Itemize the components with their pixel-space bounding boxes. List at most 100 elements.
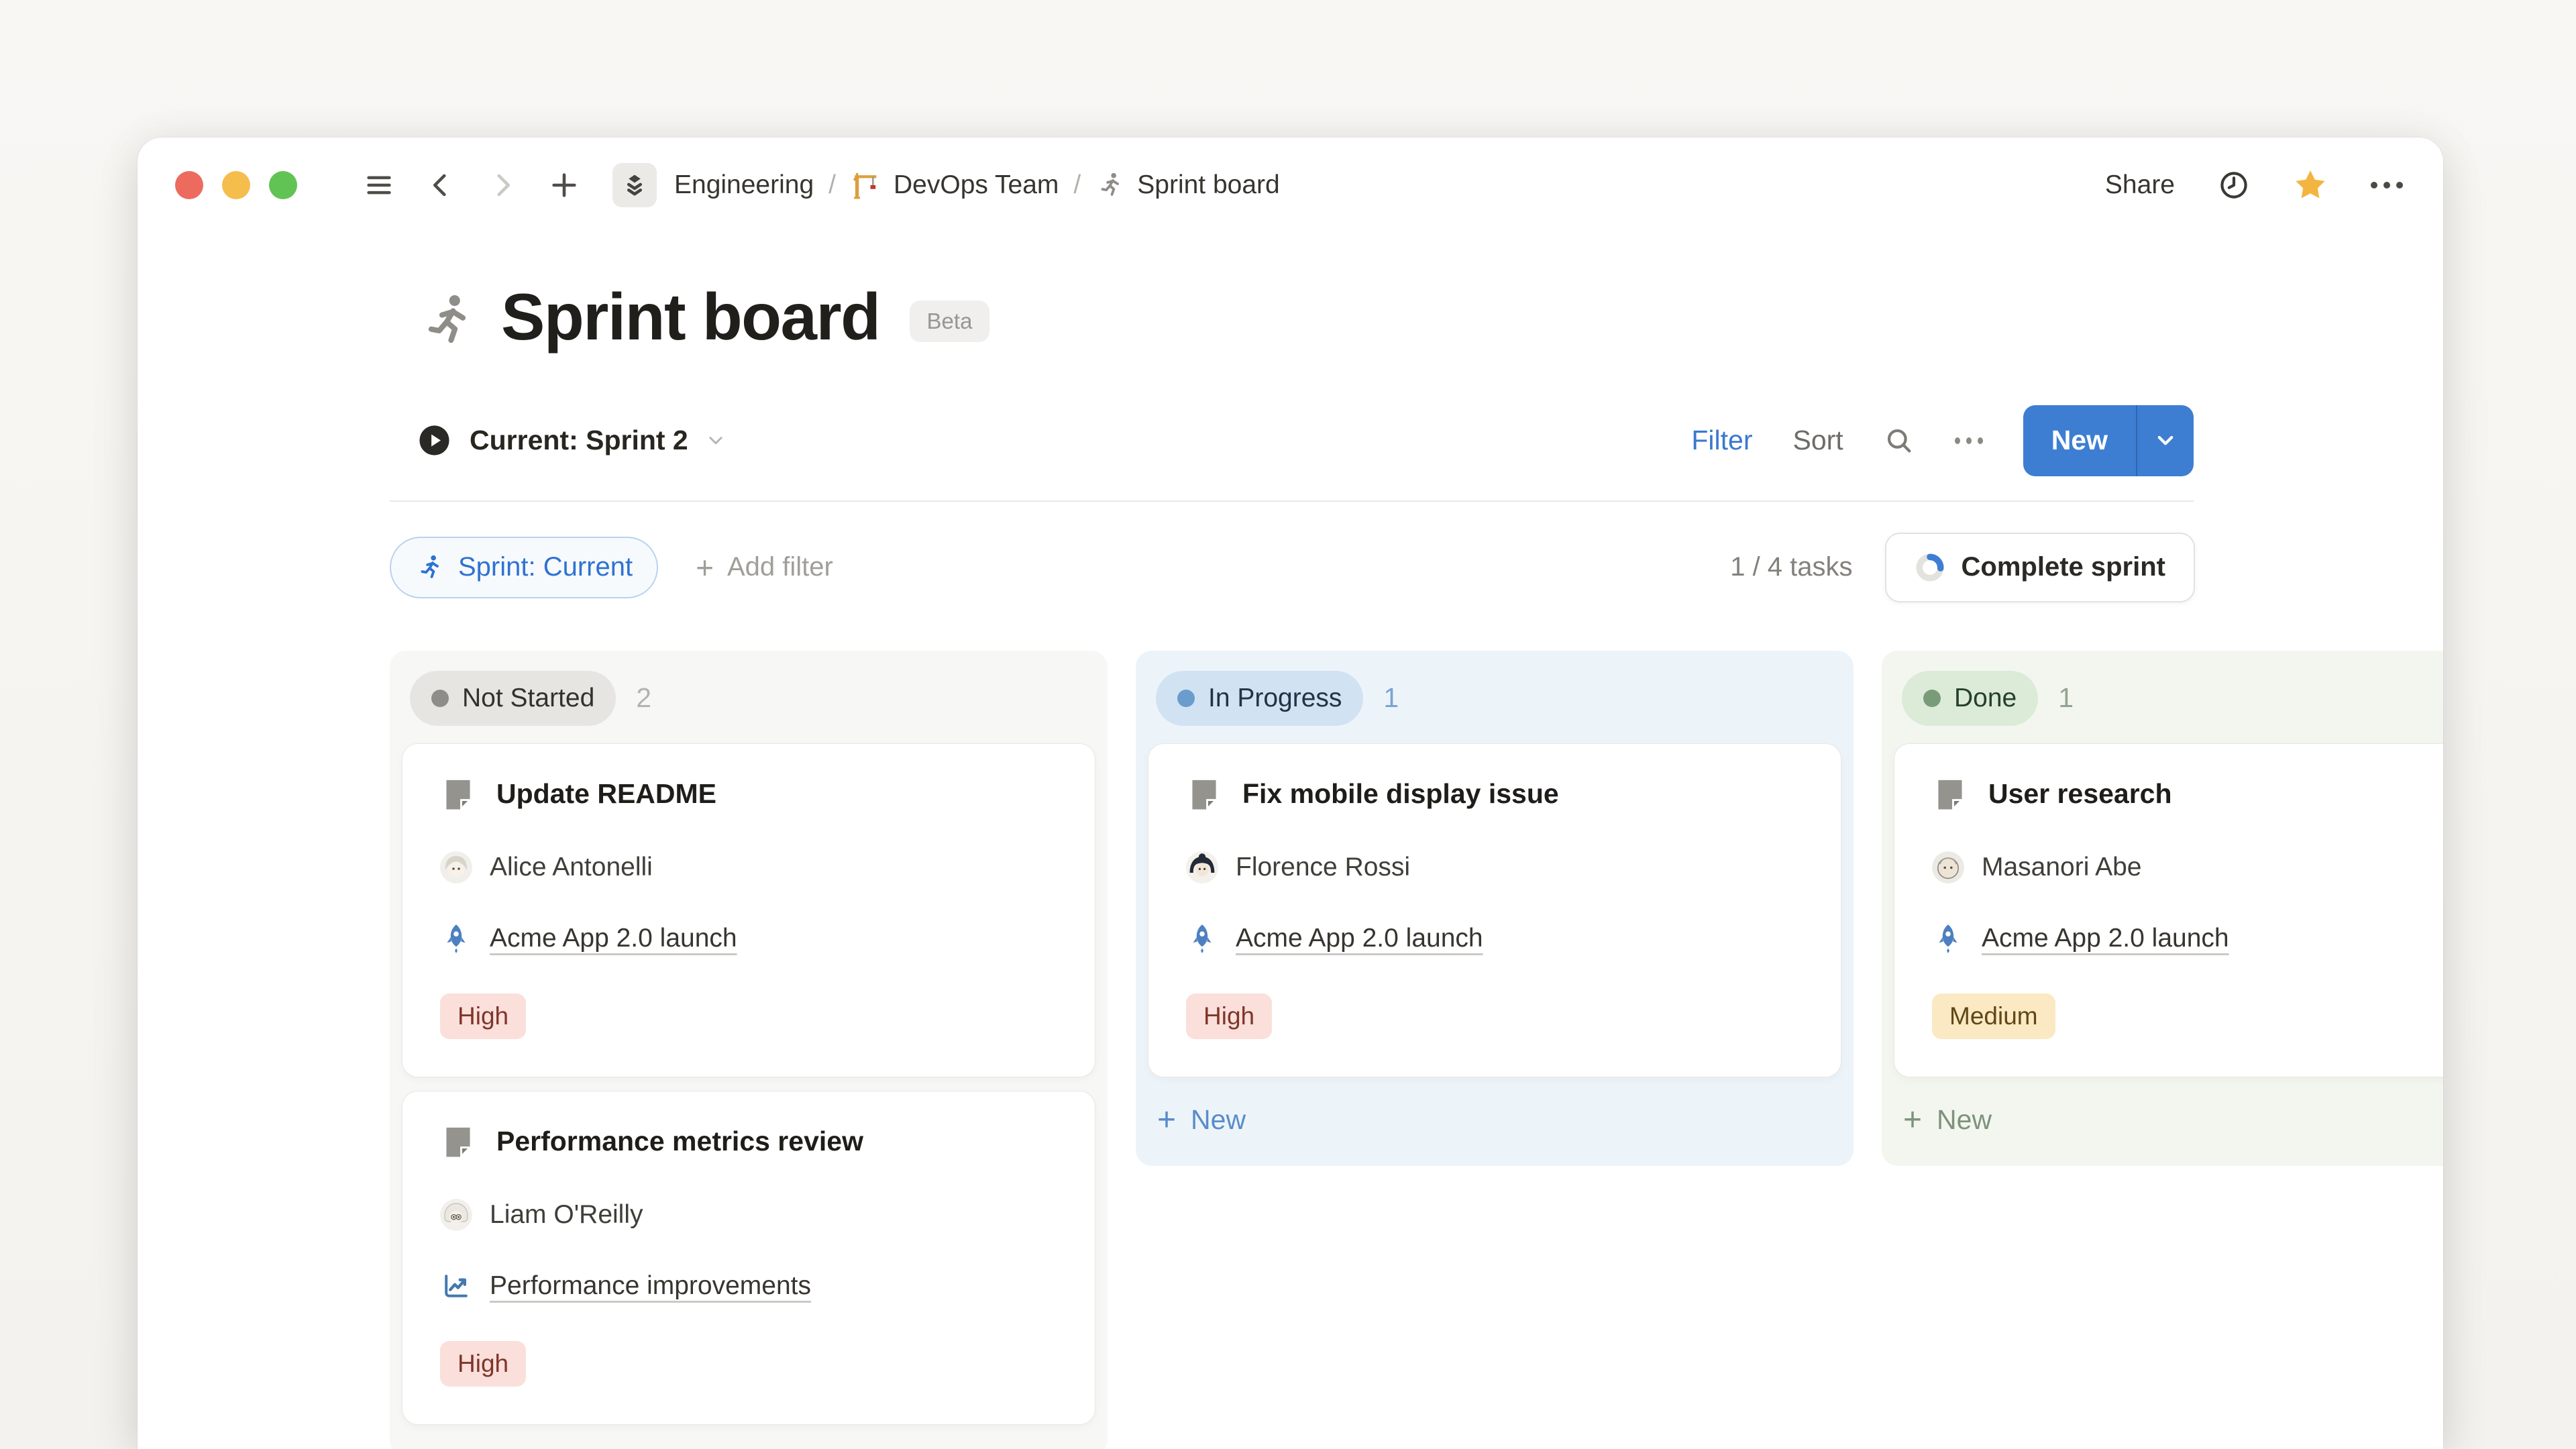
play-icon (417, 423, 452, 458)
favorite-button[interactable] (2293, 168, 2328, 203)
minimize-window-button[interactable] (222, 171, 250, 199)
titlebar-actions: Share (2105, 168, 2403, 203)
task-card[interactable]: Fix mobile display issue Florence Rossi … (1148, 743, 1841, 1077)
star-icon (2293, 168, 2328, 203)
breadcrumb-separator: / (828, 170, 836, 200)
plus-icon (549, 170, 580, 201)
project-link[interactable]: Acme App 2.0 launch (490, 924, 737, 953)
updates-button[interactable] (2218, 169, 2250, 201)
assignee-name: Alice Antonelli (490, 853, 653, 882)
column-done: Done 1 User research Masanori Abe (1882, 651, 2443, 1166)
runner-icon (417, 290, 478, 352)
task-card[interactable]: Performance metrics review Liam O'Reilly… (402, 1091, 1095, 1425)
close-window-button[interactable] (175, 171, 203, 199)
task-card[interactable]: User research Masanori Abe Acme App 2.0 … (1894, 743, 2443, 1077)
new-task-dropdown-button[interactable] (2136, 405, 2194, 476)
add-card-label: New (1937, 1104, 1992, 1136)
complete-sprint-button[interactable]: Complete sprint (1885, 533, 2195, 602)
project-link[interactable]: Acme App 2.0 launch (1982, 924, 2229, 953)
breadcrumb-item-engineering[interactable]: Engineering (674, 170, 814, 200)
status-label: In Progress (1208, 684, 1342, 713)
view-toolbar: Current: Sprint 2 Filter Sort New (417, 405, 2194, 476)
add-filter-button[interactable]: + Add filter (696, 552, 833, 583)
card-title: Performance metrics review (496, 1126, 863, 1157)
rocket-icon (1186, 922, 1218, 955)
breadcrumb-item-devops-team[interactable]: DevOps Team (851, 170, 1059, 201)
add-card-button[interactable]: + New (1148, 1091, 1841, 1154)
filter-button[interactable]: Filter (1691, 425, 1752, 456)
back-button[interactable] (423, 168, 458, 203)
breadcrumb-label: DevOps Team (894, 170, 1059, 200)
card-title: User research (1988, 778, 2172, 810)
sort-button[interactable]: Sort (1792, 425, 1843, 456)
column-count: 1 (2058, 682, 2074, 714)
add-card-button[interactable]: + New (1894, 1091, 2443, 1154)
column-header: Not Started 2 (402, 663, 1095, 743)
clock-icon (2218, 169, 2250, 201)
status-dot-icon (1177, 690, 1195, 707)
sidebar-toggle-button[interactable] (362, 168, 396, 203)
beta-badge: Beta (910, 301, 990, 342)
status-label: Not Started (462, 684, 594, 713)
window-titlebar: Engineering / DevOps Team / (138, 138, 2443, 233)
status-pill-done[interactable]: Done (1902, 671, 2038, 726)
zoom-window-button[interactable] (269, 171, 297, 199)
priority-tag: High (440, 1341, 526, 1387)
breadcrumb-label: Engineering (674, 170, 814, 200)
more-options-button[interactable] (2371, 182, 2403, 189)
page-icon (440, 776, 476, 812)
breadcrumb-separator: / (1073, 170, 1081, 200)
plus-icon: + (696, 552, 714, 583)
project-link[interactable]: Performance improvements (490, 1271, 811, 1301)
breadcrumb: Engineering / DevOps Team / (674, 170, 1280, 201)
search-button[interactable] (1884, 425, 1915, 456)
column-header: In Progress 1 (1148, 663, 1841, 743)
teamspace-layers-icon (621, 171, 649, 199)
page-header: Sprint board Beta (138, 282, 2443, 352)
view-options-button[interactable] (1955, 427, 1983, 455)
column-count: 1 (1383, 682, 1399, 714)
project-link[interactable]: Acme App 2.0 launch (1236, 924, 1483, 953)
status-pill-not-started[interactable]: Not Started (410, 671, 616, 726)
priority-tag: High (1186, 994, 1272, 1039)
avatar (1186, 851, 1218, 883)
chart-icon (440, 1270, 472, 1302)
chevron-down-icon (2154, 429, 2177, 452)
page-icon (1186, 776, 1222, 812)
hamburger-icon (364, 170, 394, 201)
column-count: 2 (636, 682, 651, 714)
chevron-down-icon (706, 431, 726, 451)
runner-icon (415, 553, 445, 582)
new-page-button[interactable] (547, 168, 582, 203)
breadcrumb-item-sprint-board[interactable]: Sprint board (1095, 170, 1279, 200)
task-progress-text: 1 / 4 tasks (1730, 552, 1852, 582)
app-window: Engineering / DevOps Team / (138, 138, 2443, 1449)
filter-bar-right: 1 / 4 tasks Complete sprint (1730, 533, 2195, 602)
filter-bar: Sprint: Current + Add filter 1 / 4 tasks… (390, 533, 2195, 602)
priority-tag: Medium (1932, 994, 2055, 1039)
assignee-name: Liam O'Reilly (490, 1200, 643, 1230)
sprint-filter-chip[interactable]: Sprint: Current (390, 537, 658, 598)
chevron-left-icon (427, 171, 455, 199)
status-pill-in-progress[interactable]: In Progress (1156, 671, 1363, 726)
priority-tag: High (440, 994, 526, 1039)
page-icon (1932, 776, 1968, 812)
crane-icon (851, 170, 881, 201)
new-task-button-group: New (2023, 405, 2194, 476)
forward-button[interactable] (485, 168, 520, 203)
teamspace-icon-chip[interactable] (612, 163, 657, 207)
status-label: Done (1954, 684, 2017, 713)
complete-sprint-label: Complete sprint (1962, 552, 2165, 582)
task-card[interactable]: Update README Alice Antonelli Acme App 2… (402, 743, 1095, 1077)
chevron-right-icon (488, 171, 517, 199)
new-task-button[interactable]: New (2023, 405, 2136, 476)
share-button[interactable]: Share (2105, 170, 2175, 200)
avatar (440, 1199, 472, 1231)
rocket-icon (1932, 922, 1964, 955)
assignee-name: Masanori Abe (1982, 853, 2141, 882)
search-icon (1884, 425, 1915, 456)
avatar (1932, 851, 1964, 883)
sprint-view-selector[interactable]: Current: Sprint 2 (417, 423, 726, 458)
sprint-filter-label: Sprint: Current (458, 552, 633, 582)
column-in-progress: In Progress 1 Fix mobile display issue (1136, 651, 1854, 1166)
